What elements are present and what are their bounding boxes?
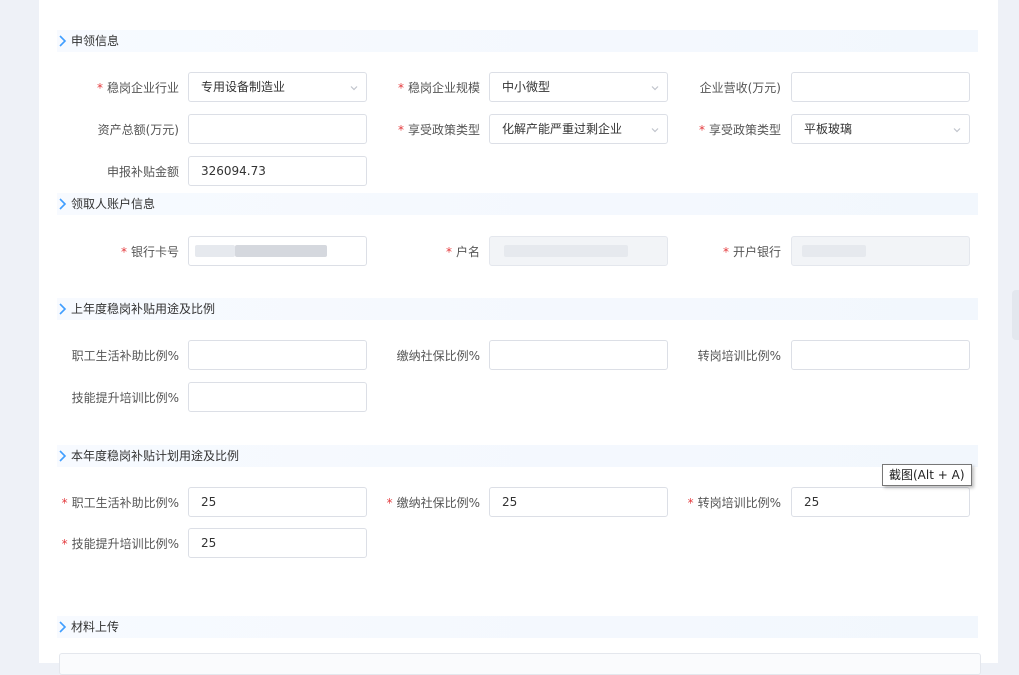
last-living-label: 职工生活补助比例% <box>71 349 179 363</box>
section-title: 领取人账户信息 <box>71 197 156 211</box>
chevron-right-icon <box>59 621 67 633</box>
screenshot-tooltip: 截图(Alt + A) <box>882 464 972 486</box>
assets-label: 资产总额(万元) <box>97 123 179 137</box>
policy-subtype-select[interactable]: 平板玻璃 <box>791 114 970 144</box>
last-transfer-input[interactable] <box>791 340 970 370</box>
section-title: 本年度稳岗补贴计划用途及比例 <box>71 449 240 463</box>
last-social-label: 缴纳社保比例% <box>396 349 480 363</box>
revenue-label: 企业营收(万元) <box>699 81 781 95</box>
last-skill-input[interactable] <box>188 382 367 412</box>
chevron-right-icon <box>59 35 67 47</box>
chevron-right-icon <box>59 198 67 210</box>
section-header-last-year[interactable]: 上年度稳岗补贴用途及比例 <box>57 298 978 320</box>
redacted-text <box>195 245 235 257</box>
industry-label: * 稳岗企业行业 <box>96 81 179 95</box>
side-scroll-handle[interactable] <box>1012 290 1019 340</box>
upload-area[interactable] <box>59 653 981 675</box>
scale-label: * 稳岗企业规模 <box>397 81 480 95</box>
this-social-label: * 缴纳社保比例% <box>386 496 480 510</box>
section-header-account-info[interactable]: 领取人账户信息 <box>57 193 978 215</box>
policy-type-label: * 享受政策类型 <box>397 123 480 137</box>
card-label: * 银行卡号 <box>120 245 179 259</box>
this-transfer-label: * 转岗培训比例% <box>687 496 781 510</box>
redacted-text <box>802 245 866 257</box>
section-title: 材料上传 <box>71 620 120 634</box>
policy-subtype-label: * 享受政策类型 <box>698 123 781 137</box>
name-label: * 户名 <box>445 245 480 259</box>
revenue-input[interactable] <box>791 72 970 102</box>
section-header-apply-info[interactable]: 申领信息 <box>57 30 978 52</box>
chevron-right-icon <box>59 303 67 315</box>
this-skill-label: * 技能提升培训比例% <box>61 537 179 551</box>
section-title: 申领信息 <box>71 34 120 48</box>
chevron-down-icon <box>953 128 961 133</box>
last-transfer-label: 转岗培训比例% <box>697 349 781 363</box>
subsidy-input[interactable]: 326094.73 <box>188 156 367 186</box>
section-header-upload[interactable]: 材料上传 <box>57 616 978 638</box>
chevron-right-icon <box>59 450 67 462</box>
last-skill-label: 技能提升培训比例% <box>71 391 179 405</box>
bank-input[interactable] <box>791 236 970 266</box>
bank-label: * 开户银行 <box>722 245 781 259</box>
section-title: 上年度稳岗补贴用途及比例 <box>71 302 216 316</box>
section-header-this-year[interactable]: 本年度稳岗补贴计划用途及比例 <box>57 445 978 467</box>
subsidy-label: 申报补贴金额 <box>106 165 179 179</box>
this-living-label: * 职工生活补助比例% <box>61 496 179 510</box>
this-transfer-input[interactable]: 25 <box>791 487 970 517</box>
this-skill-input[interactable]: 25 <box>188 528 367 558</box>
form-panel: 申领信息 * 稳岗企业行业 专用设备制造业 * 稳岗企业规模 中小微型 企业营收(万… <box>39 0 998 675</box>
